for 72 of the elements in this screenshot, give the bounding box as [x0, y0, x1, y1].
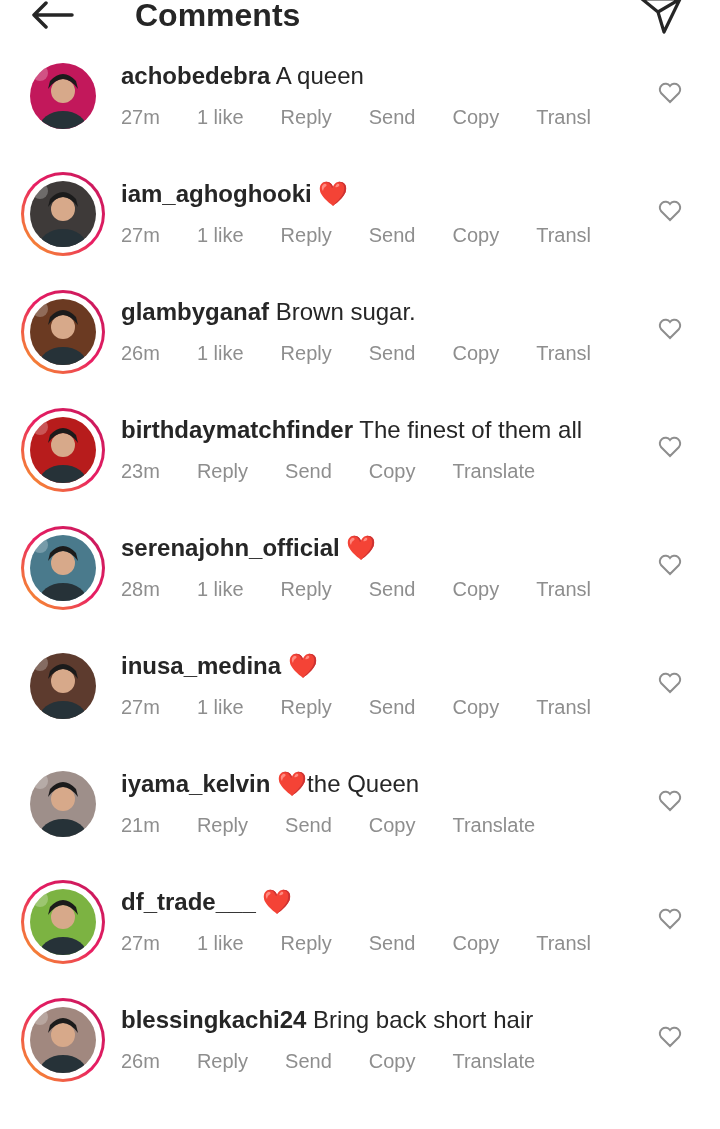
timestamp: 26m	[121, 1049, 160, 1074]
comment-action[interactable]: 1 like	[196, 338, 244, 368]
comment-action[interactable]: Transl	[536, 928, 591, 958]
comment-text: birthdaymatchfinder The finest of them all	[121, 416, 584, 444]
back-arrow-icon[interactable]	[30, 1, 74, 29]
like-heart-icon[interactable]	[658, 908, 682, 930]
comment-action[interactable]: Translate	[452, 1046, 536, 1076]
comment-action[interactable]: Send	[368, 574, 416, 604]
like-heart-icon[interactable]	[658, 436, 682, 458]
comment-action[interactable]: Reply	[280, 692, 332, 722]
comment-action[interactable]: Copy	[452, 692, 500, 722]
comment-action[interactable]: 1 like	[196, 692, 244, 722]
comment-action[interactable]: Translate	[452, 456, 536, 486]
comment-action[interactable]: Reply	[196, 810, 249, 840]
comment-action[interactable]: Transl	[536, 338, 591, 368]
comment-action[interactable]: Reply	[196, 456, 249, 486]
comment-action[interactable]: Copy	[452, 928, 500, 958]
comment-action[interactable]: Copy	[368, 1046, 416, 1076]
comment-action[interactable]: Reply	[280, 574, 332, 604]
comment-action[interactable]: Reply	[280, 102, 332, 132]
comment-action[interactable]: Send	[368, 102, 416, 132]
comment-action[interactable]: Send	[285, 456, 332, 486]
comment-action[interactable]: Reply	[280, 338, 332, 368]
comment-text: blessingkachi24 Bring back short hair	[121, 1006, 535, 1034]
comment-action[interactable]: 1 like	[196, 574, 244, 604]
comment-action[interactable]: Reply	[280, 928, 332, 958]
comment-action[interactable]: Transl	[536, 102, 591, 132]
comment-action[interactable]: Copy	[452, 102, 500, 132]
timestamp: 27m	[121, 223, 160, 248]
timestamp: 28m	[121, 577, 160, 602]
timestamp: 27m	[121, 931, 160, 956]
send-icon[interactable]	[640, 0, 682, 34]
comment-text: iyama_kelvin ❤the Queen	[121, 770, 421, 798]
timestamp: 21m	[121, 813, 160, 838]
comment-action[interactable]: Send	[285, 810, 332, 840]
like-heart-icon[interactable]	[658, 554, 682, 576]
comment-action[interactable]: Transl	[536, 220, 591, 250]
like-heart-icon[interactable]	[658, 200, 682, 222]
timestamp: 23m	[121, 459, 160, 484]
comment-action[interactable]: Reply	[196, 1046, 249, 1076]
comment-action[interactable]: Copy	[368, 810, 416, 840]
comment-action[interactable]: Transl	[536, 574, 591, 604]
like-heart-icon[interactable]	[658, 318, 682, 340]
comment-text: df_trade___ ❤	[121, 888, 294, 916]
comment-text: serenajohn_official ❤	[121, 534, 378, 562]
comment-text: iam_aghoghooki ❤	[121, 180, 350, 208]
like-heart-icon[interactable]	[658, 82, 682, 104]
timestamp: 26m	[121, 341, 160, 366]
like-heart-icon[interactable]	[658, 672, 682, 694]
timestamp: 27m	[121, 695, 160, 720]
comment-text: achobedebra A queen	[121, 62, 365, 90]
like-heart-icon[interactable]	[658, 1026, 682, 1048]
comment-action[interactable]: 1 like	[196, 102, 244, 132]
comment-action[interactable]: Transl	[536, 692, 591, 722]
comment-action[interactable]: 1 like	[196, 220, 244, 250]
comment-action[interactable]: Send	[368, 338, 416, 368]
page-title: Comments	[135, 0, 301, 35]
like-heart-icon[interactable]	[658, 790, 682, 812]
comment-action[interactable]: Send	[368, 692, 416, 722]
comment-action[interactable]: Copy	[452, 220, 500, 250]
comment-action[interactable]: Copy	[368, 456, 416, 486]
comment-action[interactable]: Send	[285, 1046, 332, 1076]
comment-action[interactable]: Reply	[280, 220, 332, 250]
comment-action[interactable]: Send	[368, 220, 416, 250]
comment-action[interactable]: Send	[368, 928, 416, 958]
comment-action[interactable]: 1 like	[196, 928, 244, 958]
comment-action[interactable]: Translate	[452, 810, 536, 840]
comment-action[interactable]: Copy	[452, 574, 500, 604]
timestamp: 27m	[121, 105, 160, 130]
comment-text: glambyganaf Brown sugar.	[121, 298, 417, 326]
comment-text: inusa_medina ❤	[121, 652, 319, 680]
comment-action[interactable]: Copy	[452, 338, 500, 368]
